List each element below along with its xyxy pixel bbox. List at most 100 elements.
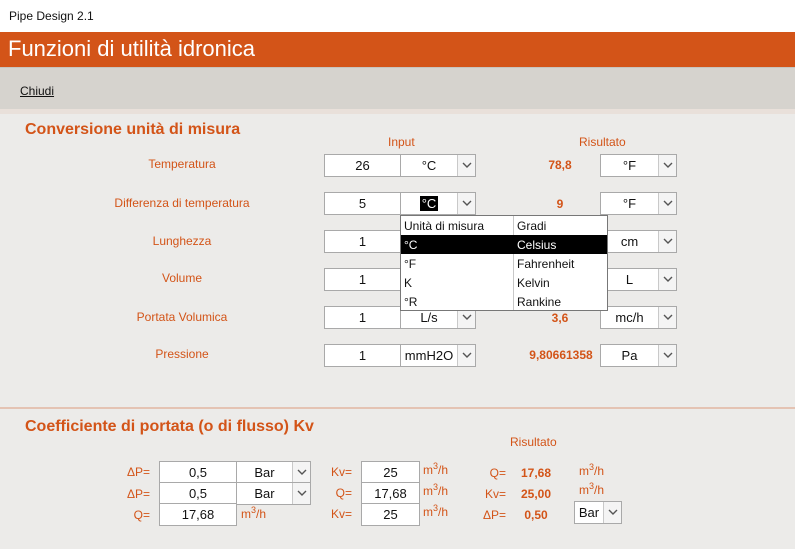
- temperature-difference-unit-value: °C: [401, 193, 457, 214]
- chevron-down-icon[interactable]: [457, 345, 475, 366]
- chevron-down-icon[interactable]: [658, 345, 676, 366]
- chevron-down-icon[interactable]: [292, 462, 310, 483]
- kv-row2-label2: Q=: [335, 486, 352, 500]
- close-menu-item[interactable]: Chiudi: [20, 84, 54, 98]
- option-name: Kelvin: [517, 276, 550, 290]
- pressure-input[interactable]: 1: [324, 344, 401, 367]
- kv-row3-kv-input[interactable]: 25: [361, 503, 420, 526]
- conversion-title: Conversione unità di misura: [25, 121, 241, 138]
- dropdown-option-kelvin[interactable]: K Kelvin: [401, 273, 607, 292]
- chevron-down-icon[interactable]: [603, 502, 621, 523]
- dropdown-option-rankine[interactable]: °R Rankine: [401, 292, 607, 311]
- unit-base: m: [423, 505, 433, 519]
- unit-base: m: [579, 464, 589, 478]
- temperature-result-unit-value: °F: [622, 158, 637, 173]
- dropdown-option-celsius[interactable]: °C Celsius: [401, 235, 607, 254]
- label-volumetric-flow: Portata Volumica: [136, 310, 228, 324]
- dropdown-header-degrees: Gradi: [517, 219, 547, 233]
- volume-result-unit-value: L: [625, 272, 634, 287]
- kv-row3-result-label: ΔP=: [482, 508, 506, 522]
- temperature-unit-select[interactable]: °C: [400, 154, 476, 177]
- volumetric-flow-input[interactable]: 1: [324, 306, 401, 329]
- temperature-difference-result-unit-select[interactable]: °F: [600, 192, 677, 215]
- chevron-down-icon[interactable]: [292, 483, 310, 504]
- kv-row2-result-value: 25,00: [520, 487, 552, 501]
- chevron-down-icon[interactable]: [658, 269, 676, 290]
- kv-row2-pressure-unit-value: Bar: [254, 486, 275, 501]
- unit-tail: /h: [438, 463, 449, 477]
- option-name: Fahrenheit: [517, 257, 575, 271]
- temperature-difference-input[interactable]: 5: [324, 192, 401, 215]
- temperature-difference-result-unit-value: °F: [622, 196, 637, 211]
- kv-row2-result-label: Kv=: [484, 487, 506, 501]
- kv-row2-flow-input[interactable]: 17,68: [361, 482, 420, 505]
- length-input[interactable]: 1: [324, 230, 401, 253]
- label-pressure: Pressione: [155, 347, 209, 361]
- unit-tail: /h: [438, 505, 449, 519]
- kv-row3-result-value: 0,50: [524, 508, 548, 522]
- option-symbol: °R: [404, 295, 418, 309]
- chevron-down-icon[interactable]: [658, 193, 676, 214]
- kv-row1-pressure-input[interactable]: 0,5: [159, 461, 237, 484]
- kv-row1-result-unit: m3/h: [579, 462, 604, 478]
- pressure-result-unit-value: Pa: [621, 348, 638, 363]
- pressure-unit-select[interactable]: mmH2O: [400, 344, 476, 367]
- volumetric-flow-result-unit-select[interactable]: mc/h: [600, 306, 677, 329]
- volume-result-unit-select[interactable]: L: [600, 268, 677, 291]
- volumetric-flow-result-unit-value: mc/h: [615, 310, 644, 325]
- unit-tail: /h: [594, 483, 605, 497]
- kv-row3-label1: Q=: [133, 508, 150, 522]
- length-result-unit-select[interactable]: cm: [600, 230, 677, 253]
- option-name: Rankine: [517, 295, 562, 309]
- unit-base: m: [423, 484, 433, 498]
- window-titlebar: Pipe Design 2.1: [0, 0, 795, 32]
- kv-row2-label1: ΔP=: [126, 487, 150, 501]
- kv-result-header: Risultato: [510, 435, 557, 449]
- close-menu-label: Chiudi: [20, 84, 55, 98]
- kv-row2-pressure-input[interactable]: 0,5: [159, 482, 237, 505]
- unit-base: m: [423, 463, 433, 477]
- kv-row1-label1: ΔP=: [126, 465, 150, 479]
- kv-row1-unit2: m3/h: [423, 461, 448, 477]
- dropdown-header-unit: Unità di misura: [404, 219, 485, 233]
- kv-row2-pressure-unit-select[interactable]: Bar: [236, 482, 311, 505]
- kv-row3-result-unit-select[interactable]: Bar: [574, 501, 622, 524]
- option-name: Celsius: [517, 238, 557, 252]
- kv-row3-flow-input[interactable]: 17,68: [159, 503, 237, 526]
- volume-input[interactable]: 1: [324, 268, 401, 291]
- temperature-result-unit-select[interactable]: °F: [600, 154, 677, 177]
- kv-row1-result-label: Q=: [489, 466, 506, 480]
- length-result-unit-value: cm: [620, 234, 639, 249]
- chevron-down-icon[interactable]: [457, 193, 475, 214]
- label-volume: Volume: [161, 271, 203, 285]
- input-header: Input: [388, 135, 415, 149]
- kv-row3-unit2: m3/h: [423, 503, 448, 519]
- dropdown-option-fahrenheit[interactable]: °F Fahrenheit: [401, 254, 607, 273]
- temperature-result: 78,8: [548, 158, 572, 172]
- chevron-down-icon[interactable]: [658, 155, 676, 176]
- kv-row1-result-value: 17,68: [520, 466, 552, 480]
- volumetric-flow-result: 3,6: [551, 311, 569, 325]
- temperature-difference-unit-select[interactable]: °C: [400, 192, 476, 215]
- unit-tail: /h: [594, 464, 605, 478]
- kv-row1-pressure-unit-value: Bar: [254, 465, 275, 480]
- kv-row1-kv-input[interactable]: 25: [361, 461, 420, 484]
- label-temperature: Temperatura: [148, 157, 216, 171]
- kv-row1-label2: Kv=: [330, 465, 352, 479]
- kv-row2-unit2: m3/h: [423, 482, 448, 498]
- chevron-down-icon[interactable]: [658, 231, 676, 252]
- chevron-down-icon[interactable]: [457, 155, 475, 176]
- temperature-input[interactable]: 26: [324, 154, 401, 177]
- chevron-down-icon[interactable]: [658, 307, 676, 328]
- option-symbol: °F: [404, 257, 417, 271]
- window-title: Pipe Design 2.1: [9, 9, 94, 23]
- label-length: Lunghezza: [152, 234, 212, 248]
- kv-row3-result-unit-value: Bar: [578, 505, 600, 520]
- kv-title: Coefficiente di portata (o di flusso) Kv: [25, 418, 314, 435]
- pressure-result-unit-select[interactable]: Pa: [600, 344, 677, 367]
- kv-row1-pressure-unit-select[interactable]: Bar: [236, 461, 311, 484]
- page-banner: Funzioni di utilità idronica: [0, 32, 795, 67]
- temperature-difference-unit-text: °C: [419, 196, 439, 211]
- page-title: Funzioni di utilità idronica: [8, 36, 256, 61]
- temperature-difference-result: 9: [556, 197, 564, 211]
